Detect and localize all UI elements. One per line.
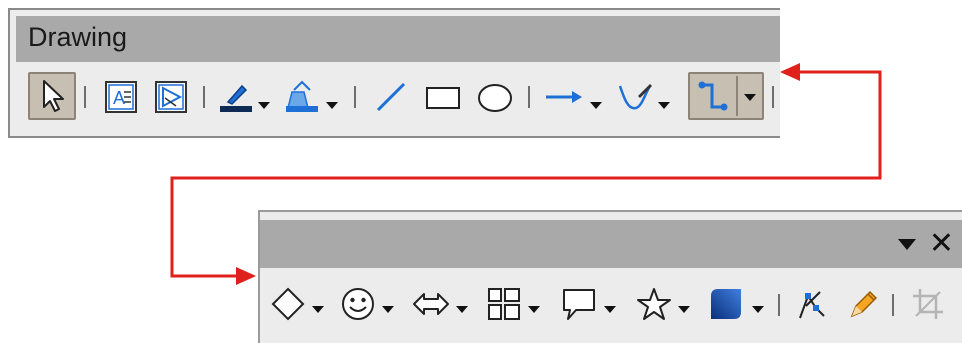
connector-dropdown[interactable]: [744, 94, 756, 101]
drawing-toolbar: Drawing A: [8, 8, 780, 138]
select-button[interactable]: [28, 72, 76, 120]
split-divider: [736, 76, 738, 116]
toolbar-title: Drawing: [28, 22, 128, 52]
separator: [778, 294, 780, 316]
flowchart-dropdown[interactable]: [528, 306, 540, 313]
star-icon[interactable]: [636, 286, 672, 322]
arrow-line-icon[interactable]: [544, 80, 584, 114]
pencil-icon[interactable]: [846, 286, 882, 322]
fill-color-icon[interactable]: [284, 80, 320, 114]
connector-icon: [698, 81, 728, 111]
close-button[interactable]: ✕: [929, 226, 954, 262]
svg-text:A: A: [113, 88, 125, 108]
symbol-shapes-dropdown[interactable]: [382, 306, 394, 313]
separator: [354, 86, 356, 108]
crop-icon[interactable]: [910, 286, 946, 322]
double-arrow-icon[interactable]: [412, 286, 450, 322]
toolbar-menu-button[interactable]: [898, 239, 916, 250]
block-arrows-dropdown[interactable]: [456, 306, 468, 313]
lines-and-arrows-dropdown[interactable]: [590, 102, 602, 109]
fontwork-icon[interactable]: [154, 80, 188, 114]
separator: [528, 86, 530, 108]
basic-shapes-dropdown[interactable]: [312, 306, 324, 313]
text-box-icon[interactable]: A: [104, 80, 138, 114]
callout-icon[interactable]: [560, 286, 598, 322]
callouts-dropdown[interactable]: [604, 306, 616, 313]
line-color-dropdown[interactable]: [258, 102, 270, 109]
curves-dropdown[interactable]: [658, 102, 670, 109]
line-icon[interactable]: [374, 80, 408, 114]
drawing-toolbar-overflow: ✕: [258, 210, 962, 343]
drawing-toolbar-icons: A: [28, 72, 780, 124]
cursor-arrow-icon: [43, 80, 64, 112]
separator: [772, 86, 774, 108]
toolbar-title-bar[interactable]: Drawing: [16, 16, 780, 62]
points-icon[interactable]: [794, 286, 830, 322]
stars-dropdown[interactable]: [678, 306, 690, 313]
ellipse-icon[interactable]: [476, 80, 514, 114]
curve-icon[interactable]: [616, 80, 654, 114]
toolbar-title-bar[interactable]: ✕: [260, 220, 962, 268]
3d-objects-dropdown[interactable]: [752, 306, 764, 313]
smiley-icon[interactable]: [340, 286, 376, 322]
separator: [84, 86, 86, 108]
connector-button[interactable]: [688, 72, 764, 120]
cube-3d-icon[interactable]: [708, 286, 744, 322]
separator: [203, 86, 205, 108]
fill-color-dropdown[interactable]: [326, 102, 338, 109]
flowchart-icon[interactable]: [486, 286, 522, 322]
separator: [892, 294, 894, 316]
line-color-icon[interactable]: [218, 80, 254, 114]
overflow-toolbar-icons: [266, 274, 962, 334]
rectangle-icon[interactable]: [424, 80, 462, 114]
diamond-icon[interactable]: [270, 286, 306, 322]
